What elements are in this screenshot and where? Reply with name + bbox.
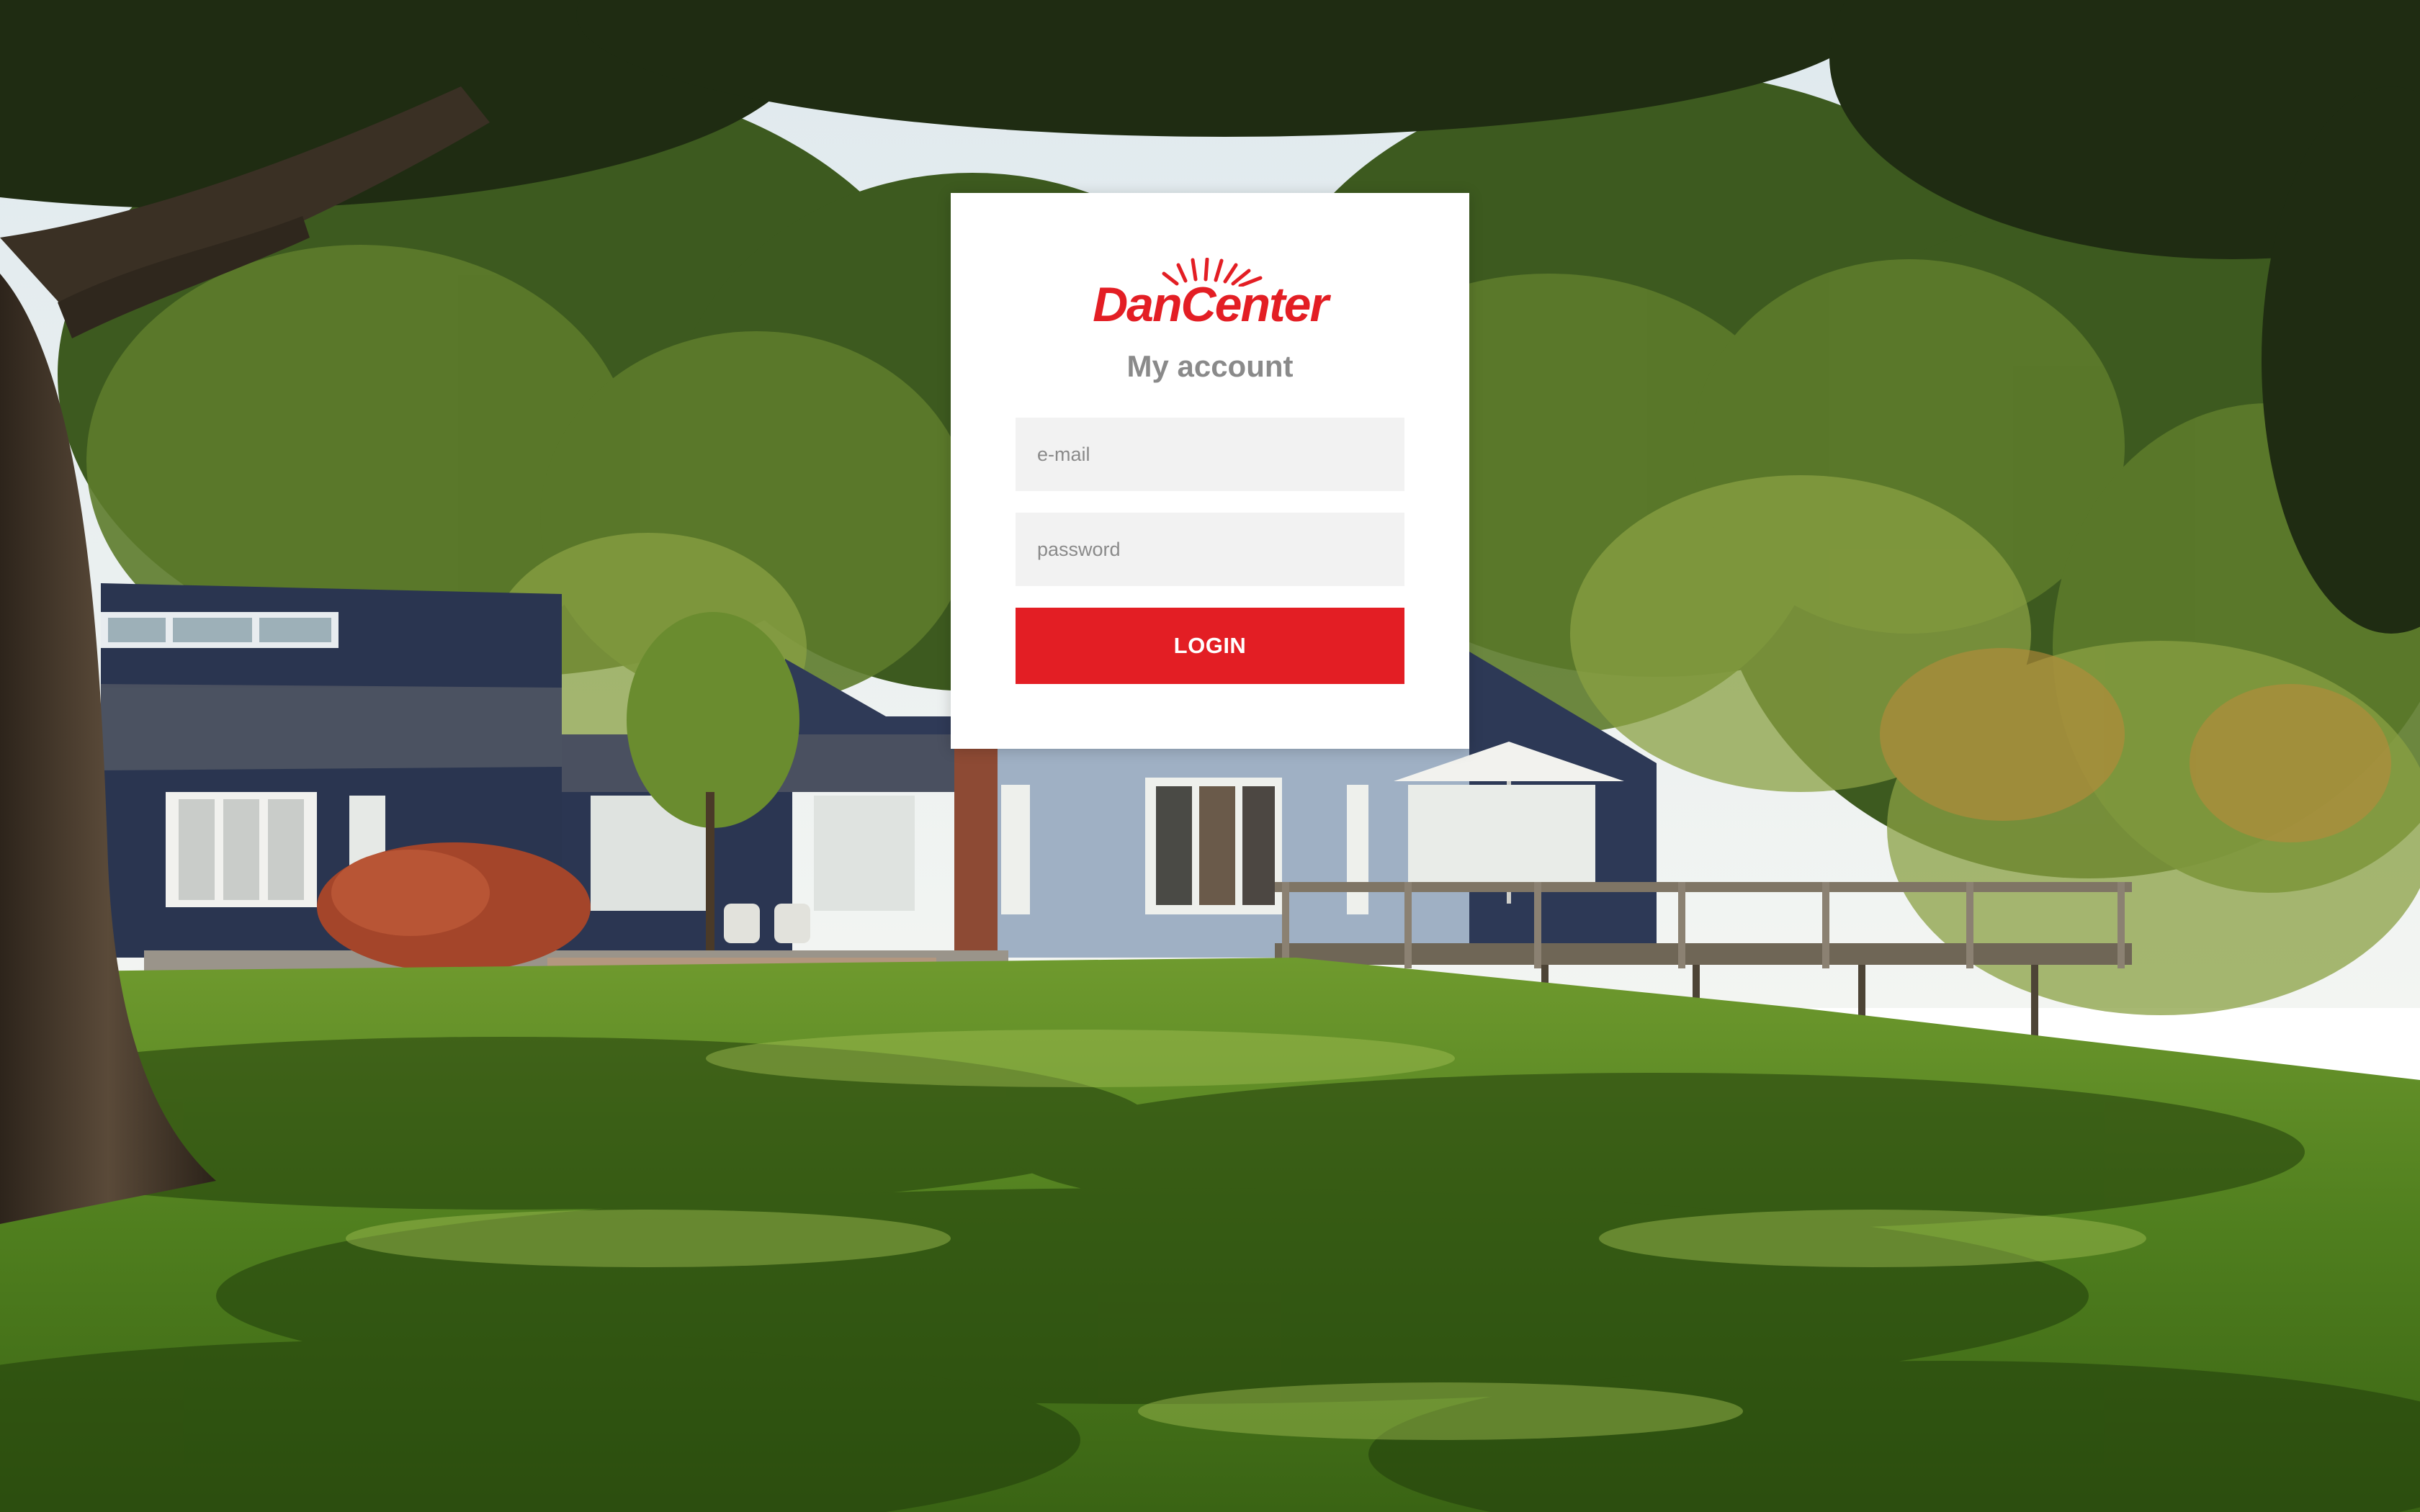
brand-logo: DanCenter (1070, 258, 1350, 331)
password-field[interactable] (1016, 513, 1404, 586)
login-card: DanCenter My account LOGIN (951, 193, 1469, 749)
login-button[interactable]: LOGIN (1016, 608, 1404, 684)
email-field[interactable] (1016, 418, 1404, 491)
page-title: My account (1126, 349, 1294, 383)
brand-wordmark: DanCenter (1093, 277, 1329, 332)
